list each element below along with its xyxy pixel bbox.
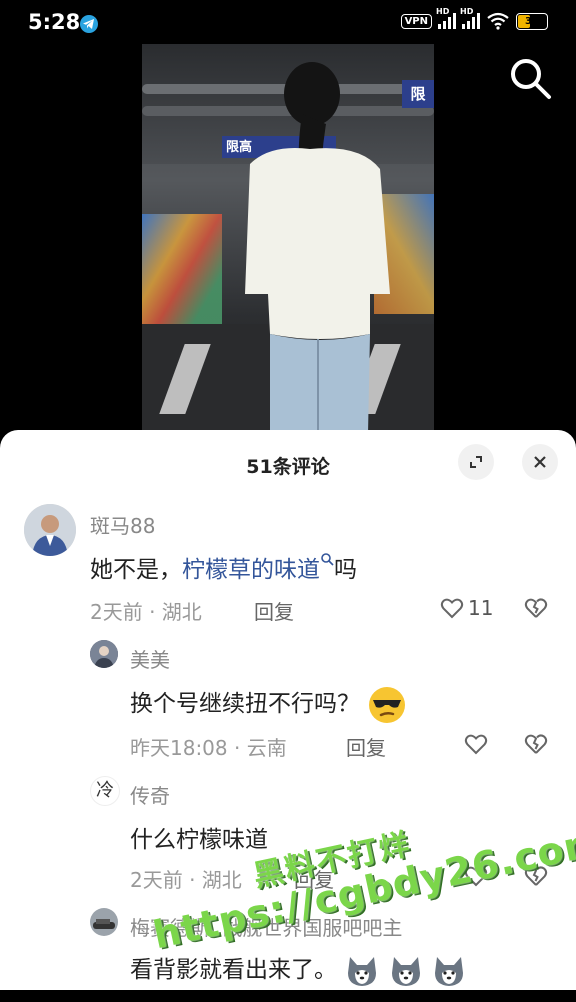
wifi-icon [487, 12, 509, 30]
husky-emoji-icon [348, 956, 377, 986]
like-icon[interactable] [464, 732, 488, 756]
comment-meta: 昨天18:08 · 云南 [130, 736, 287, 760]
expand-icon [470, 456, 482, 468]
hd-label-2: HD [460, 7, 474, 16]
reply-button[interactable]: 回复 [294, 864, 334, 893]
dislike-icon[interactable] [524, 864, 548, 888]
comment-text-part: 换个号继续扭不行吗？ [130, 691, 360, 717]
reply-button[interactable]: 回复 [254, 596, 294, 625]
comment-text-part: 她不是， [90, 557, 182, 583]
avatar[interactable] [24, 504, 76, 556]
author-name[interactable]: 梅赛德斯 [130, 916, 210, 940]
avatar[interactable] [90, 640, 118, 668]
like-icon[interactable] [440, 596, 464, 620]
search-link[interactable]: 柠檬草的味道 [182, 557, 320, 583]
comment-text: 换个号继续扭不行吗？ [130, 684, 407, 725]
comment-text: 看背影就看出来了。 [130, 950, 467, 989]
signal-icon: HD [436, 7, 456, 29]
battery-level: 39 [525, 15, 539, 27]
comment-text: 什么柠檬味道 [130, 827, 268, 853]
close-icon [534, 456, 546, 468]
video-player[interactable]: 限高 限 [142, 44, 434, 434]
avatar[interactable] [90, 908, 118, 936]
expand-button[interactable] [458, 444, 494, 480]
husky-emoji-icon [434, 956, 463, 986]
status-time: 5:28 [28, 10, 81, 34]
video-person-figure [245, 62, 390, 434]
vpn-badge: VPN [400, 13, 432, 29]
avatar[interactable]: 冷 [90, 776, 120, 806]
status-bar: 5:28 VPN HD HD 39 [0, 0, 576, 44]
search-icon[interactable] [506, 54, 554, 102]
comment-author[interactable]: 传奇 [130, 780, 170, 809]
telegram-icon [80, 15, 98, 33]
like-icon[interactable] [464, 864, 488, 888]
comment-author: 梅赛德斯 战舰世界国服吧吧主 [130, 912, 402, 941]
close-button[interactable] [522, 444, 558, 480]
comment-text-part: 吗 [334, 557, 357, 583]
comment-text: 她不是，柠檬草的味道吗 [90, 550, 357, 584]
battery-icon: 39 [516, 12, 548, 30]
comment-author[interactable]: 斑马88 [90, 510, 155, 539]
hd-label: HD [436, 7, 450, 16]
comment-meta: 2天前 · 湖北 [130, 868, 242, 892]
dislike-icon[interactable] [524, 596, 548, 620]
search-small-icon[interactable] [320, 552, 334, 566]
dislike-icon[interactable] [524, 732, 548, 756]
like-count: 11 [468, 596, 494, 620]
comment-meta: 2天前 · 湖北 [90, 600, 202, 624]
cool-emoji-icon [369, 686, 406, 723]
reply-button[interactable]: 回复 [346, 732, 386, 761]
comment-text-part: 看背影就看出来了。 [130, 957, 337, 983]
comment-sheet: 51条评论 斑马88 她不是，柠檬草的味道吗 2天前 · 湖北 回复 11 美美… [0, 430, 576, 990]
signal-icon-2: HD [460, 7, 480, 29]
author-badge: 战舰世界国服吧吧主 [222, 916, 403, 940]
husky-emoji-icon [391, 956, 420, 986]
comment-author[interactable]: 美美 [130, 644, 170, 673]
parking-sign-2: 限 [402, 80, 434, 108]
